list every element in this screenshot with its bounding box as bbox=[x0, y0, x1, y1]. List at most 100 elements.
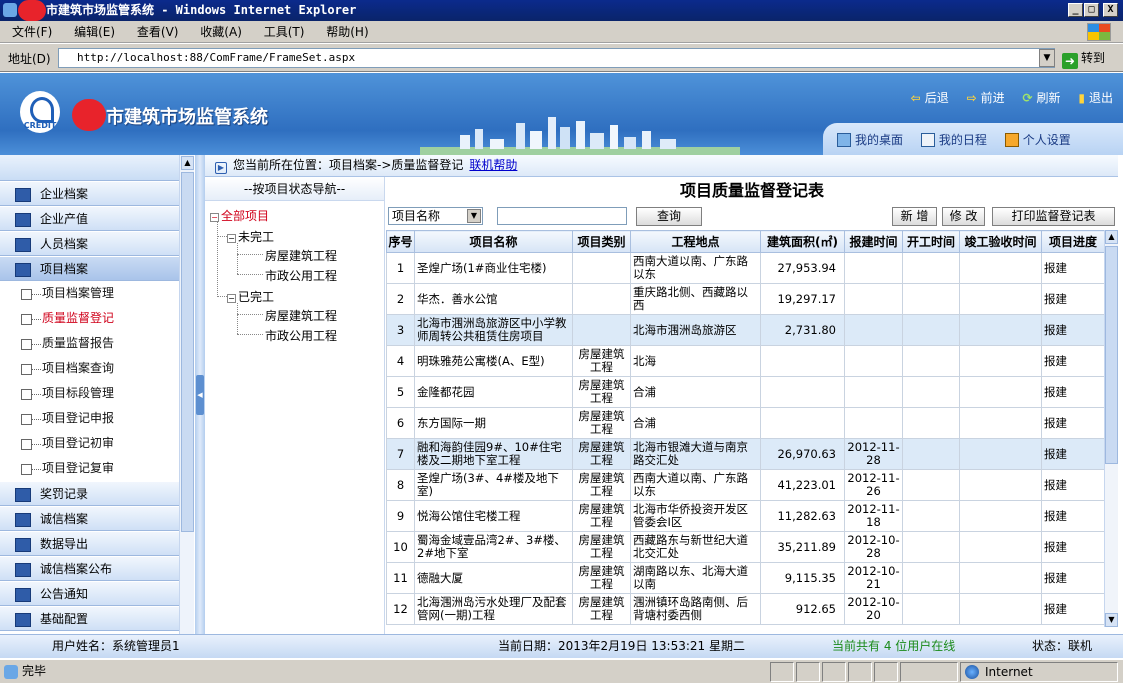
scroll-down-icon[interactable]: ▼ bbox=[1105, 613, 1118, 627]
sidebar-item-project-query[interactable]: 项目档案查询 bbox=[0, 356, 193, 381]
menu-file[interactable]: 文件(F) bbox=[12, 21, 52, 43]
col-header[interactable]: 项目进度 bbox=[1041, 230, 1104, 253]
table-cell: 27,953.94 bbox=[760, 252, 845, 284]
col-header[interactable]: 竣工验收时间 bbox=[959, 230, 1042, 253]
table-row[interactable]: 6 东方国际一期 房屋建筑工程 合浦 报建 bbox=[386, 407, 1104, 439]
search-field-select[interactable]: 项目名称 ▼ bbox=[388, 207, 483, 225]
my-desktop-link[interactable]: 我的桌面 bbox=[837, 133, 903, 147]
table-cell: 涠洲镇环岛路南侧、后背塘村委西侧 bbox=[630, 593, 761, 625]
close-button[interactable]: X bbox=[1103, 3, 1118, 17]
sidebar-group-rewards[interactable]: 奖罚记录 bbox=[0, 481, 193, 506]
menu-tools[interactable]: 工具(T) bbox=[264, 21, 305, 43]
app-banner: CREDIT 市建筑市场监管系统 ⇦ 后退 ⇨ 前进 ⟳ 刷新 ▮ 退出 我的桌面 我的… bbox=[0, 73, 1123, 155]
desktop-label: 我的桌面 bbox=[855, 133, 904, 147]
scroll-thumb[interactable] bbox=[181, 172, 194, 532]
table-row[interactable]: 3 北海市涠洲岛旅游区中小学教师周转公共租赁住房项目 北海市涠洲岛旅游区 2,731.… bbox=[386, 314, 1104, 346]
col-header[interactable]: 序号 bbox=[386, 230, 415, 253]
sidebar-item-first-review[interactable]: 项目登记初审 bbox=[0, 431, 193, 456]
sidebar-item-project-manage[interactable]: 项目档案管理 bbox=[0, 281, 193, 306]
col-header[interactable]: 建筑面积(㎡) bbox=[760, 230, 845, 253]
sidebar-item-quality-report[interactable]: 质量监督报告 bbox=[0, 331, 193, 356]
col-header[interactable]: 工程地点 bbox=[630, 230, 761, 253]
minimize-button[interactable]: _ bbox=[1068, 3, 1083, 17]
table-cell bbox=[572, 314, 631, 346]
logout-link[interactable]: ▮ 退出 bbox=[1078, 91, 1113, 105]
back-link[interactable]: ⇦ 后退 bbox=[911, 91, 949, 105]
table-cell: 华杰．善水公馆 bbox=[414, 283, 573, 315]
scroll-thumb[interactable] bbox=[1105, 246, 1118, 464]
add-button[interactable]: 新 增 bbox=[892, 207, 937, 226]
refresh-link[interactable]: ⟳ 刷新 bbox=[1022, 91, 1060, 105]
menu-favorites[interactable]: 收藏(A) bbox=[200, 21, 242, 43]
tree-leaf-finished-building[interactable]: 房屋建筑工程 bbox=[265, 307, 337, 324]
sidebar-group-project[interactable]: 项目档案 bbox=[0, 256, 193, 281]
scroll-up-icon[interactable]: ▲ bbox=[1105, 230, 1118, 244]
tree-leaf-unfinished-municipal[interactable]: 市政公用工程 bbox=[265, 267, 337, 284]
table-row[interactable]: 10 蜀海金域壹品湾2#、3#楼、2#地下室 房屋建筑工程 西藏路东与新世纪大道北交汇… bbox=[386, 531, 1104, 563]
search-button[interactable]: 查询 bbox=[636, 207, 702, 226]
sidebar-scrollbar[interactable]: ▲ bbox=[179, 155, 194, 634]
sidebar-group-credit[interactable]: 诚信档案 bbox=[0, 506, 193, 531]
table-cell: 报建 bbox=[1041, 593, 1104, 625]
settings-link[interactable]: 个人设置 bbox=[1004, 133, 1071, 147]
frame-splitter[interactable]: ◀ bbox=[195, 155, 205, 634]
sidebar-item-quality-register[interactable]: 质量监督登记 bbox=[0, 306, 193, 331]
menu-help[interactable]: 帮助(H) bbox=[326, 21, 368, 43]
table-cell bbox=[844, 252, 903, 284]
collapse-icon: − bbox=[210, 213, 219, 222]
table-row[interactable]: 12 北海涠洲岛污水处理厂及配套管网(一期)工程 房屋建筑工程 涠洲镇环岛路南侧、后背… bbox=[386, 593, 1104, 625]
credit-logo: CREDIT bbox=[20, 91, 60, 133]
my-schedule-link[interactable]: 我的日程 bbox=[920, 133, 987, 147]
table-row[interactable]: 9 悦海公馆住宅楼工程 房屋建筑工程 北海市华侨投资开发区管委会I区 11,282.63… bbox=[386, 500, 1104, 532]
help-link[interactable]: 联机帮助 bbox=[469, 158, 517, 172]
table-header-row: 序号 项目名称 项目类别 工程地点 建筑面积(㎡) 报建时间 开工时间 竣工验收… bbox=[386, 230, 1104, 253]
menu-edit[interactable]: 编辑(E) bbox=[74, 21, 115, 43]
collapse-arrow-icon[interactable]: ◀ bbox=[196, 375, 204, 415]
tree-leaf-unfinished-building[interactable]: 房屋建筑工程 bbox=[265, 247, 337, 264]
table-row[interactable]: 7 融和海韵佳园9#、10#住宅楼及二期地下室工程 房屋建筑工程 北海市银滩大道与南京… bbox=[386, 438, 1104, 470]
tree-node-all[interactable]: − 全部项目 bbox=[210, 207, 269, 224]
table-cell: 7 bbox=[386, 438, 415, 470]
table-cell: 圣煌广场(1#商业住宅楼) bbox=[414, 252, 573, 284]
edit-button[interactable]: 修 改 bbox=[942, 207, 985, 226]
sidebar-group-enterprise[interactable]: 企业档案 bbox=[0, 181, 193, 206]
sidebar-group-notice[interactable]: 公告通知 bbox=[0, 581, 193, 606]
menu-view[interactable]: 查看(V) bbox=[137, 21, 179, 43]
go-button[interactable]: ➜ 转到 bbox=[1062, 48, 1117, 69]
table-row[interactable]: 11 德融大厦 房屋建筑工程 湖南路以东、北海大道以南 9,115.35 2012-10-… bbox=[386, 562, 1104, 594]
col-header[interactable]: 开工时间 bbox=[902, 230, 960, 253]
table-row[interactable]: 2 华杰．善水公馆 重庆路北侧、西藏路以西 19,297.17 报建 bbox=[386, 283, 1104, 315]
table-row[interactable]: 8 圣煌广场(3#、4#楼及地下室) 房屋建筑工程 西南大道以南、广东路以东 41,22… bbox=[386, 469, 1104, 501]
col-header[interactable]: 报建时间 bbox=[844, 230, 903, 253]
tree-node-unfinished[interactable]: − 未完工 bbox=[227, 228, 274, 245]
table-cell: 11,282.63 bbox=[760, 500, 845, 532]
tree-leaf-finished-municipal[interactable]: 市政公用工程 bbox=[265, 327, 337, 344]
table-cell: 10 bbox=[386, 531, 415, 563]
col-header[interactable]: 项目类别 bbox=[572, 230, 631, 253]
table-cell bbox=[959, 500, 1042, 532]
address-dropdown-icon[interactable]: ▼ bbox=[1039, 49, 1055, 67]
table-row[interactable]: 1 圣煌广场(1#商业住宅楼) 西南大道以南、广东路以东 27,953.94 报建 bbox=[386, 252, 1104, 284]
table-scrollbar[interactable]: ▲ ▼ bbox=[1104, 230, 1118, 627]
sidebar-group-credit-publish[interactable]: 诚信档案公布 bbox=[0, 556, 193, 581]
sidebar-group-export[interactable]: 数据导出 bbox=[0, 531, 193, 556]
col-header[interactable]: 项目名称 bbox=[414, 230, 573, 253]
print-button[interactable]: 打印监督登记表 bbox=[992, 207, 1115, 226]
sidebar-group-personnel[interactable]: 人员档案 bbox=[0, 231, 193, 256]
table-row[interactable]: 4 明珠雅苑公寓楼(A、E型) 房屋建筑工程 北海 报建 bbox=[386, 345, 1104, 377]
tree-node-finished[interactable]: − 已完工 bbox=[227, 288, 274, 305]
sidebar-item-second-review[interactable]: 项目登记复审 bbox=[0, 456, 193, 481]
address-input[interactable]: http://localhost:88/ComFrame/FrameSet.as… bbox=[58, 48, 1055, 68]
forward-link[interactable]: ⇨ 前进 bbox=[967, 91, 1005, 105]
search-input[interactable] bbox=[497, 207, 627, 225]
table-row[interactable]: 5 金隆都花园 房屋建筑工程 合浦 报建 bbox=[386, 376, 1104, 408]
maximize-button[interactable]: □ bbox=[1084, 3, 1099, 17]
scroll-up-icon[interactable]: ▲ bbox=[181, 156, 194, 170]
table-cell: 11 bbox=[386, 562, 415, 594]
sidebar-item-register-apply[interactable]: 项目登记申报 bbox=[0, 406, 193, 431]
sidebar-group-config[interactable]: 基础配置 bbox=[0, 606, 193, 631]
sidebar-item-section-manage[interactable]: 项目标段管理 bbox=[0, 381, 193, 406]
table-cell: 报建 bbox=[1041, 531, 1104, 563]
main-panel: 项目质量监督登记表 项目名称 ▼ 查询 新 增 修 改 打印监督登记表 序号 项目… bbox=[386, 177, 1118, 634]
sidebar-group-output[interactable]: 企业产值 bbox=[0, 206, 193, 231]
